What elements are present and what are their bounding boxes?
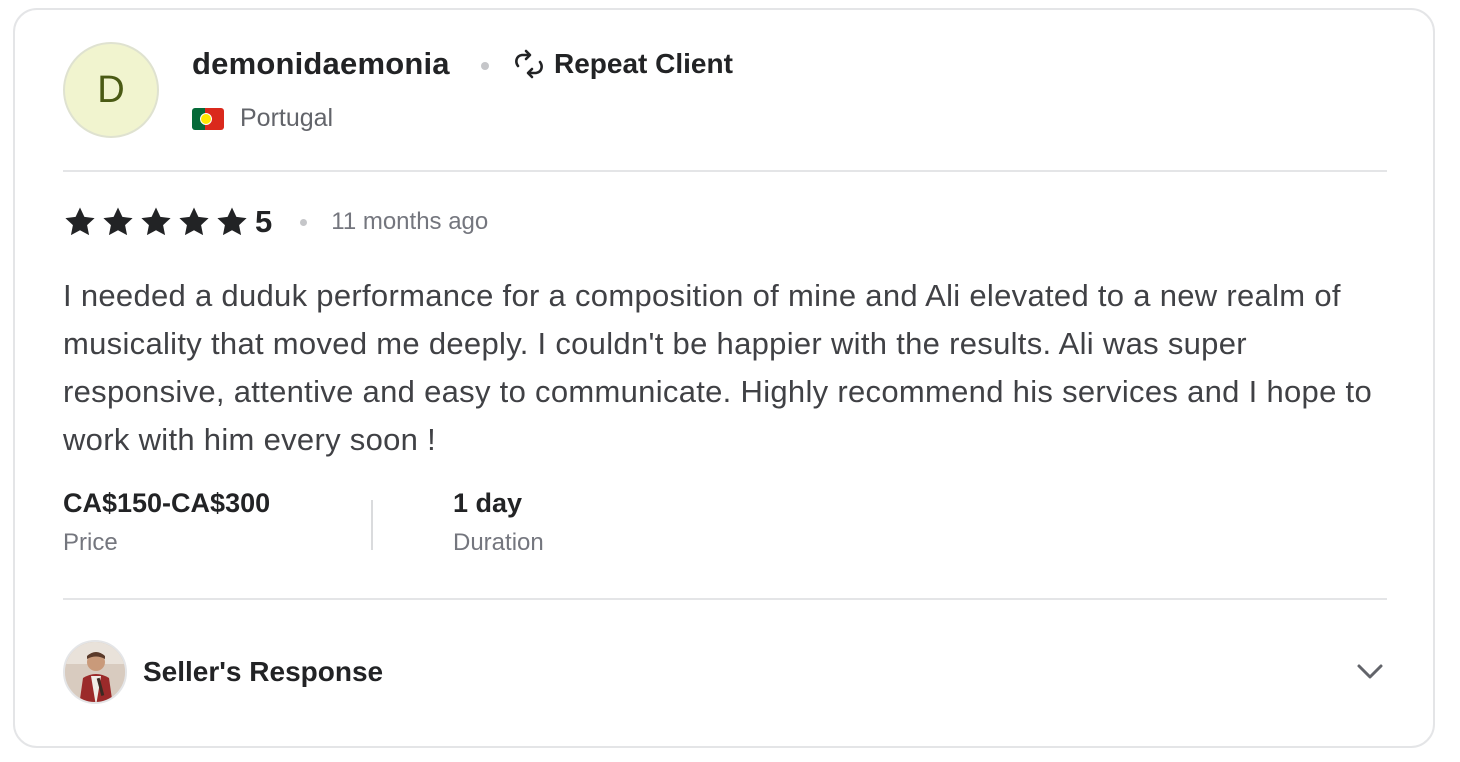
review-time: 11 months ago <box>331 208 489 235</box>
reviewer-username[interactable]: demonidaemonia <box>192 46 450 82</box>
repeat-icon <box>515 49 543 79</box>
duration-value: 1 day <box>453 488 523 518</box>
price-value: CA$150-CA$300 <box>63 488 271 518</box>
reviewer-country: Portugal <box>192 104 333 133</box>
repeat-client-badge: Repeat Client <box>512 48 733 80</box>
star-rating <box>63 205 249 239</box>
review-card: D demonidaemonia Repeat Client Portugal … <box>13 8 1435 748</box>
seller-response-toggle[interactable]: Seller's Response <box>63 640 1387 704</box>
portugal-flag-icon <box>192 107 224 130</box>
meta-divider <box>371 500 373 550</box>
price-block: CA$150-CA$300 Price <box>63 488 291 557</box>
response-divider <box>63 598 1387 600</box>
separator-dot <box>300 218 308 226</box>
reviewer-avatar[interactable]: D <box>63 42 159 138</box>
star-icon <box>103 207 133 236</box>
repeat-client-label: Repeat Client <box>554 48 733 79</box>
duration-block: 1 day Duration <box>453 488 544 557</box>
star-icon <box>179 207 209 236</box>
star-icon <box>217 207 247 236</box>
seller-avatar <box>63 640 127 704</box>
price-label: Price <box>63 529 118 556</box>
rating-row: 5 11 months ago <box>63 204 488 240</box>
header-divider <box>63 170 1387 172</box>
order-meta: CA$150-CA$300 Price 1 day Duration <box>63 488 544 557</box>
avatar-initial: D <box>97 68 125 111</box>
duration-label: Duration <box>453 529 544 556</box>
star-icon <box>141 207 171 236</box>
chevron-down-icon[interactable] <box>1353 655 1387 689</box>
star-icon <box>65 207 95 236</box>
seller-response-label: Seller's Response <box>143 656 384 687</box>
separator-dot <box>481 62 489 70</box>
rating-score: 5 <box>255 204 273 239</box>
country-name: Portugal <box>240 104 334 132</box>
review-text: I needed a duduk performance for a compo… <box>63 278 1372 457</box>
